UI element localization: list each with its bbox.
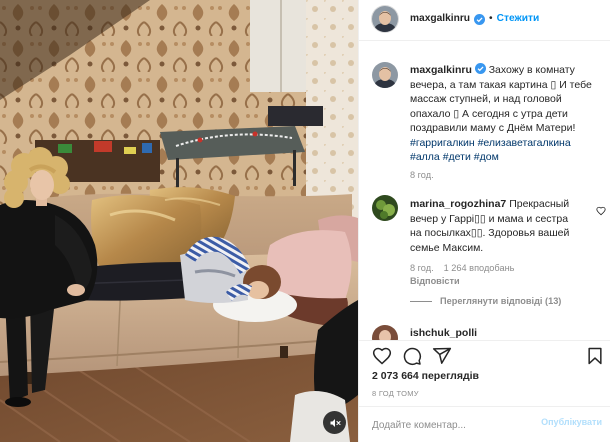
header-separator: • [489, 13, 493, 24]
view-replies-button[interactable]: Переглянути відповіді (13) [410, 295, 572, 307]
add-comment-row: Опублікувати [359, 406, 610, 443]
view-replies-label: Переглянути відповіді (13) [440, 296, 562, 306]
comment-meta: 8 год. 1 264 вподобань [410, 262, 572, 274]
verified-badge-icon [474, 13, 486, 25]
post-details-panel: maxgalkinru • Стежити maxgalkinru Захожу… [358, 0, 610, 442]
hashtag-link[interactable]: #дом [474, 151, 499, 163]
action-bar [359, 340, 610, 369]
comment-input[interactable] [372, 416, 532, 434]
hashtag-link[interactable]: #елизаветагалкина [478, 137, 571, 149]
comment-timestamp[interactable]: 8 год. [410, 262, 434, 274]
comment-button[interactable] [402, 346, 422, 366]
comment: ishchuk_polli [410, 326, 477, 340]
hashtag-link[interactable]: #гарригалкин [410, 137, 475, 149]
post-timestamp[interactable]: 8 ГОД ТОМУ [372, 389, 419, 399]
speaker-muted-icon [330, 418, 341, 427]
bookmark-icon [588, 347, 602, 365]
commenter-avatar[interactable] [372, 325, 398, 340]
comment-like-button[interactable] [596, 203, 606, 216]
reply-button[interactable]: Відповісти [410, 275, 572, 287]
author-username[interactable]: maxgalkinru [410, 12, 470, 26]
comment-text-block: marina_rogozhina7 Прекрасный вечер у Гар… [410, 197, 572, 255]
comment-icon [403, 347, 422, 366]
video-frame-image [0, 0, 358, 442]
mute-button[interactable] [323, 411, 346, 434]
like-button[interactable] [372, 346, 392, 366]
send-icon [432, 347, 452, 364]
caption: maxgalkinru Захожу в комнату вечера, а т… [410, 63, 596, 181]
author-avatar[interactable] [372, 6, 398, 32]
post-header: maxgalkinru • Стежити [359, 0, 610, 41]
profile-photo-icon [372, 325, 398, 340]
hashtag-link[interactable]: #алла [410, 151, 440, 163]
views-count[interactable]: 2 073 664 переглядів [372, 369, 479, 383]
comment-username[interactable]: marina_rogozhina7 [410, 198, 506, 210]
comment-username[interactable]: ishchuk_polli [410, 327, 477, 339]
comments-scroll-area[interactable]: maxgalkinru Захожу в комнату вечера, а т… [359, 41, 610, 340]
caption-text-block: maxgalkinru Захожу в комнату вечера, а т… [410, 63, 596, 136]
author-row: maxgalkinru • Стежити [410, 12, 539, 26]
caption-avatar[interactable] [372, 62, 398, 88]
heart-icon [372, 347, 392, 365]
profile-photo-icon [372, 62, 398, 88]
follow-button[interactable]: Стежити [497, 12, 540, 26]
commenter-avatar[interactable] [372, 195, 398, 221]
post-comment-button[interactable]: Опублікувати [541, 417, 602, 427]
heart-icon [596, 206, 606, 216]
profile-photo-icon [372, 195, 398, 221]
caption-hashtags: #гарригалкин #елизаветагалкина #алла #де… [410, 136, 596, 165]
comment: marina_rogozhina7 Прекрасный вечер у Гар… [410, 197, 572, 307]
replies-divider [410, 300, 432, 302]
profile-photo-icon [372, 6, 398, 32]
verified-badge-icon [474, 63, 486, 74]
share-button[interactable] [432, 346, 452, 366]
hashtag-link[interactable]: #дети [443, 151, 471, 163]
post-video[interactable] [0, 0, 358, 442]
caption-username[interactable]: maxgalkinru [410, 64, 472, 76]
save-button[interactable] [585, 346, 605, 366]
caption-timestamp[interactable]: 8 год. [410, 169, 596, 181]
comment-likes-count[interactable]: 1 264 вподобань [444, 262, 515, 274]
